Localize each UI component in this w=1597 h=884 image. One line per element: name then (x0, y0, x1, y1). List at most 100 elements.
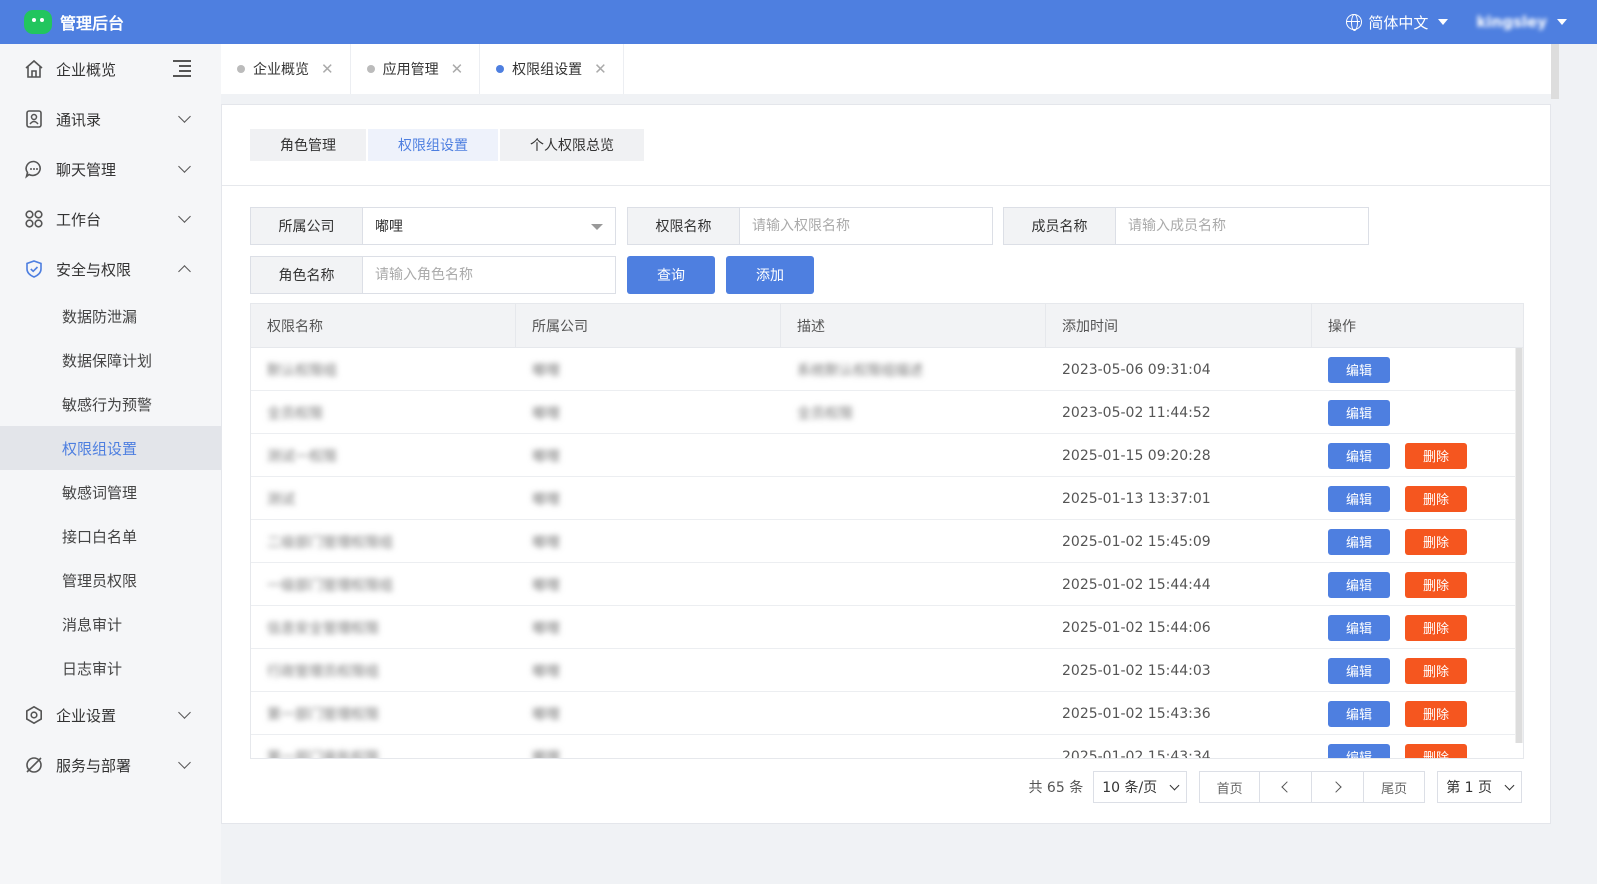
company-name: 嘟哩 (532, 706, 560, 723)
query-button[interactable]: 查询 (627, 256, 715, 294)
edit-button[interactable]: 编辑 (1328, 399, 1390, 426)
sidebar-subitem-message-audit[interactable]: 消息审计 (0, 602, 221, 646)
permission-name: 第一部门管理权限 (267, 706, 379, 723)
first-page-button[interactable]: 首页 (1200, 772, 1261, 802)
column-header: 添加时间 (1046, 304, 1312, 348)
sidebar-item-enterprise-settings[interactable]: 企业设置 (0, 690, 221, 740)
next-page-button[interactable] (1312, 772, 1365, 802)
sidebar-subitem-dlp[interactable]: 数据防泄漏 (0, 294, 221, 338)
prev-page-button[interactable] (1260, 772, 1313, 802)
sidebar-item-chat[interactable]: 聊天管理 (0, 144, 221, 194)
sidebar-item-label: 服务与部署 (56, 756, 132, 775)
page-scrollbar[interactable] (1551, 44, 1559, 99)
collapse-menu-icon[interactable] (173, 60, 191, 77)
actions-cell: 编辑 删除 (1312, 434, 1512, 477)
permission-name-field: 权限名称 (627, 207, 993, 245)
added-time-cell: 2025-01-02 15:43:36 (1062, 705, 1211, 722)
table-row: 二级部门管理权限组 嘟哩 2025-01-02 15:45:09 编辑 删除 (251, 520, 1523, 563)
chevron-down-icon (178, 756, 191, 769)
sidebar-subitem-sensitive-words[interactable]: 敏感词管理 (0, 470, 221, 514)
sidebar-subitem-admin-permissions[interactable]: 管理员权限 (0, 558, 221, 602)
description-cell (781, 735, 1046, 758)
table-row: 测试一权限 嘟哩 2025-01-15 09:20:28 编辑 删除 (251, 434, 1523, 477)
tab-app-management[interactable]: 应用管理 ✕ (351, 44, 481, 94)
field-label: 角色名称 (251, 257, 363, 293)
divider (222, 185, 1550, 186)
edit-button[interactable]: 编辑 (1328, 700, 1390, 727)
edit-button[interactable]: 编辑 (1328, 528, 1390, 555)
edit-button[interactable]: 编辑 (1328, 743, 1390, 758)
delete-button[interactable]: 删除 (1405, 528, 1467, 555)
delete-button[interactable]: 删除 (1405, 571, 1467, 598)
page-jump-select[interactable]: 第 1 页 (1437, 771, 1522, 803)
content-card: 角色管理 权限组设置 个人权限总览 所属公司 嘟哩 权限名称 成员名称 角色名称… (221, 104, 1551, 824)
subtab-role-management[interactable]: 角色管理 (250, 129, 366, 161)
sidebar-item-security[interactable]: 安全与权限 (0, 244, 221, 294)
close-icon[interactable]: ✕ (321, 60, 334, 78)
description-cell (781, 520, 1046, 563)
description-cell (781, 692, 1046, 735)
edit-button[interactable]: 编辑 (1328, 356, 1390, 383)
sidebar-subitem-permission-groups[interactable]: 权限组设置 (0, 426, 221, 470)
company-cell: 嘟哩 (516, 649, 781, 692)
page-size-select[interactable]: 10 条/页 (1093, 771, 1188, 803)
edit-button[interactable]: 编辑 (1328, 614, 1390, 641)
table-row: 第一部门管理权限 嘟哩 2025-01-02 15:43:36 编辑 删除 (251, 692, 1523, 735)
role-name-input[interactable] (363, 257, 615, 293)
sidebar-subitem-behavior-alert[interactable]: 敏感行为预警 (0, 382, 221, 426)
edit-button[interactable]: 编辑 (1328, 571, 1390, 598)
language-selector[interactable]: 简体中文 (1346, 12, 1449, 33)
company-name: 嘟哩 (532, 534, 560, 551)
delete-button[interactable]: 删除 (1405, 700, 1467, 727)
tab-overview[interactable]: 企业概览 ✕ (221, 44, 351, 94)
company-name: 嘟哩 (532, 405, 560, 422)
sidebar-subitem-data-protection[interactable]: 数据保障计划 (0, 338, 221, 382)
page-size-value: 10 条/页 (1102, 780, 1158, 796)
delete-button[interactable]: 删除 (1405, 485, 1467, 512)
close-icon[interactable]: ✕ (594, 60, 607, 78)
subtab-personal-overview[interactable]: 个人权限总览 (500, 129, 644, 161)
delete-button[interactable]: 删除 (1405, 614, 1467, 641)
sidebar-item-deployment[interactable]: 服务与部署 (0, 740, 221, 790)
sidebar-subitem-api-whitelist[interactable]: 接口白名单 (0, 514, 221, 558)
company-cell: 嘟哩 (516, 563, 781, 606)
sidebar-item-label: 工作台 (56, 210, 102, 229)
home-icon (24, 59, 44, 79)
sidebar-item-contacts[interactable]: 通讯录 (0, 94, 221, 144)
close-icon[interactable]: ✕ (451, 60, 464, 78)
table-scrollbar[interactable] (1515, 348, 1523, 743)
delete-button[interactable]: 删除 (1405, 657, 1467, 684)
page-nav: 首页 尾页 (1199, 771, 1426, 803)
permission-name: 全员权限 (267, 405, 323, 422)
role-name-field: 角色名称 (250, 256, 616, 294)
sidebar-item-workbench[interactable]: 工作台 (0, 194, 221, 244)
delete-button[interactable]: 删除 (1405, 743, 1467, 758)
edit-button[interactable]: 编辑 (1328, 657, 1390, 684)
company-value[interactable]: 嘟哩 (363, 208, 615, 244)
add-button[interactable]: 添加 (726, 256, 814, 294)
user-menu[interactable]: kingsley (1476, 13, 1567, 31)
actions-cell: 编辑 删除 (1312, 735, 1512, 758)
company-select[interactable]: 所属公司 嘟哩 (250, 207, 616, 245)
description-cell: 系统默认权限组描述 (781, 348, 1046, 391)
edit-button[interactable]: 编辑 (1328, 442, 1390, 469)
tab-permission-groups[interactable]: 权限组设置 ✕ (480, 44, 624, 94)
chevron-down-icon (178, 706, 191, 719)
last-page-button[interactable]: 尾页 (1364, 772, 1425, 802)
company-cell: 嘟哩 (516, 477, 781, 520)
subtab-permission-groups[interactable]: 权限组设置 (368, 129, 498, 161)
app-logo-icon (24, 10, 52, 34)
permission-name-input[interactable] (740, 208, 992, 244)
company-cell: 嘟哩 (516, 735, 781, 759)
permission-name: 一级部门管理权限组 (267, 577, 393, 594)
sidebar-subitem-log-audit[interactable]: 日志审计 (0, 646, 221, 690)
page-background (1551, 44, 1597, 884)
sidebar-item-overview[interactable]: 企业概览 (0, 44, 221, 94)
permission-name: 默认权限组 (267, 362, 337, 379)
chat-icon (24, 159, 44, 179)
delete-button[interactable]: 删除 (1405, 442, 1467, 469)
chevron-down-icon (1169, 780, 1180, 790)
member-name-input[interactable] (1116, 208, 1368, 244)
added-time-cell: 2025-01-02 15:45:09 (1062, 533, 1211, 550)
edit-button[interactable]: 编辑 (1328, 485, 1390, 512)
